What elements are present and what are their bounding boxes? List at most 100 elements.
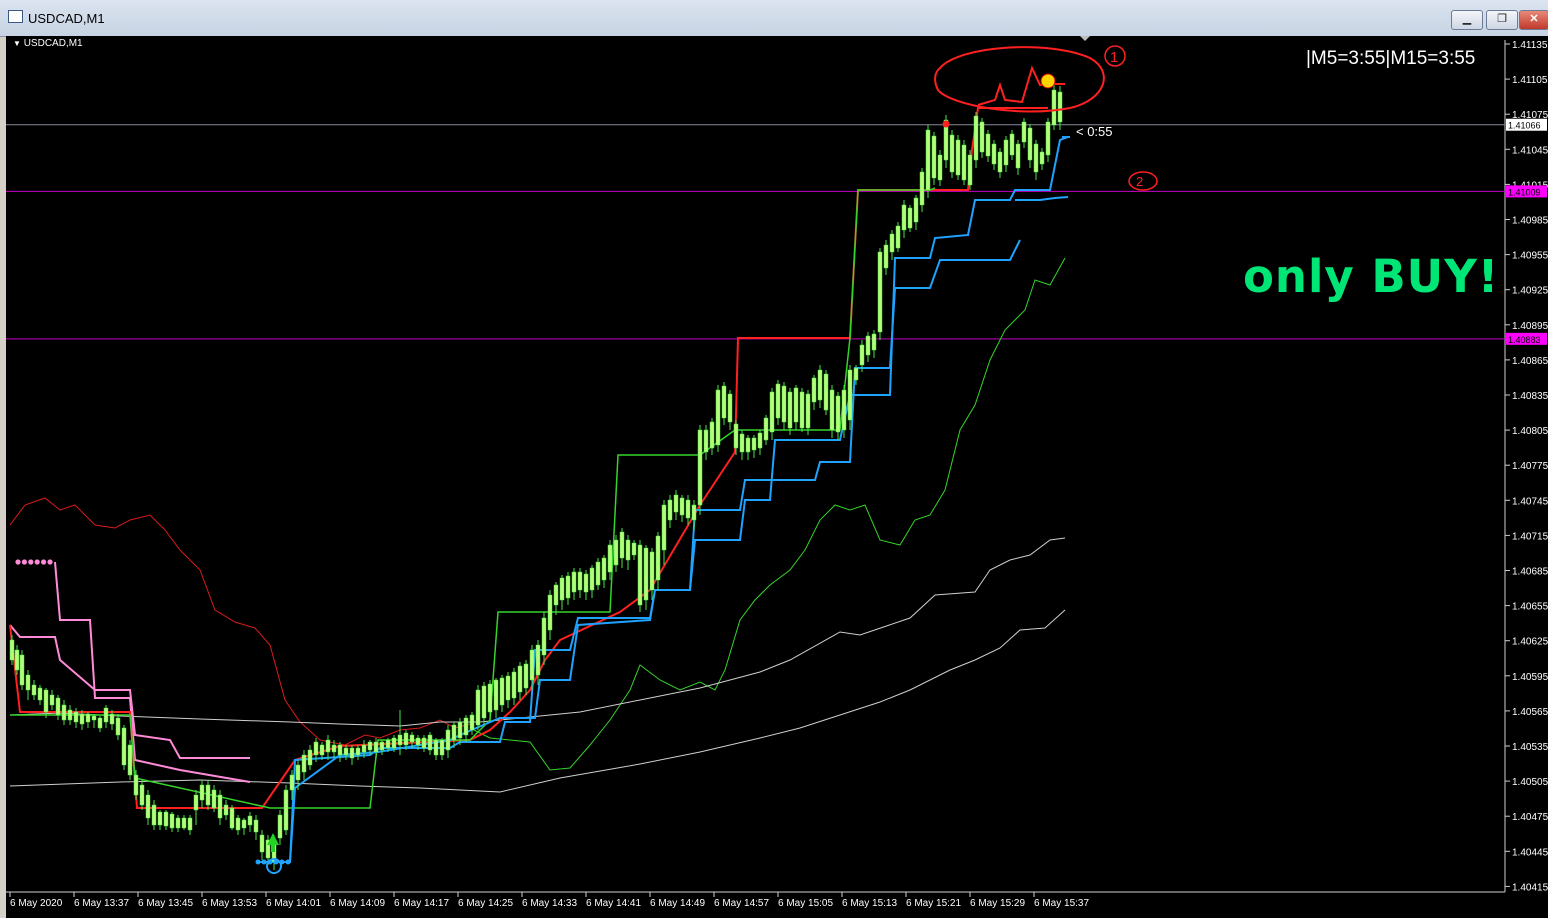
candle-body (679, 497, 685, 516)
candle-body (277, 814, 283, 839)
candle-body (751, 437, 757, 451)
candle-body (211, 789, 217, 809)
candle-body (349, 747, 355, 759)
candle-body (307, 749, 313, 766)
candle-body (355, 747, 361, 756)
blue-dot (255, 859, 261, 865)
price-tick-label: 1.40715 (1512, 531, 1548, 542)
price-tick-label: 1.40805 (1512, 426, 1548, 437)
price-tick-label: 1.41105 (1512, 75, 1548, 86)
candle-body (463, 717, 469, 736)
candle-body (721, 385, 727, 419)
candle-body (283, 789, 289, 831)
candle-body (709, 421, 715, 449)
price-tick-label: 1.40955 (1512, 251, 1548, 262)
level-price-label: 1.41009 (1508, 187, 1541, 197)
price-tick-label: 1.40595 (1512, 672, 1548, 683)
candle-body (691, 504, 697, 521)
candle-body (589, 567, 595, 591)
candle-body (241, 819, 247, 829)
candle-body (427, 734, 433, 751)
candle-body (1039, 151, 1045, 165)
candle-body (1003, 139, 1009, 166)
pink-dot (47, 559, 53, 565)
candle-body (1057, 91, 1063, 123)
blue-dot (267, 859, 273, 865)
candle-body (115, 717, 121, 736)
candle-body (193, 794, 199, 811)
candle-body (667, 499, 673, 521)
candle-body (313, 741, 319, 756)
mark-label-1: 1 (1110, 49, 1118, 66)
candle-body (649, 551, 655, 591)
candle-body (145, 794, 151, 819)
candle-body (325, 739, 331, 753)
candle-body (601, 557, 607, 581)
candle-body (961, 144, 967, 181)
candle-body (559, 577, 565, 601)
candle-body (121, 727, 127, 766)
candle-body (817, 369, 823, 401)
candle-body (553, 584, 559, 606)
time-tick-label: 6 May 14:41 (586, 898, 641, 909)
candle-body (571, 571, 577, 593)
price-chart[interactable]: 1.411351.411051.410751.410451.410151.409… (0, 0, 1548, 918)
candle-body (163, 811, 169, 827)
blue-tail-line (1015, 196, 1069, 201)
candle-body (997, 151, 1003, 173)
candle-body (835, 395, 841, 433)
candle-body (697, 429, 703, 506)
time-tick-label: 6 May 14:25 (458, 898, 513, 909)
candle-body (529, 649, 535, 681)
time-tick-label: 6 May 2020 (10, 898, 63, 909)
candle-body (133, 774, 139, 796)
candle-body (583, 573, 589, 593)
candle-body (295, 764, 301, 781)
price-tick-label: 1.40475 (1512, 812, 1548, 823)
candle-body (967, 154, 973, 186)
cloud-red-line (9, 497, 471, 746)
signal-dot-icon (942, 120, 950, 128)
candle-body (607, 544, 613, 573)
blue-dot (273, 859, 279, 865)
candle-body (415, 737, 421, 746)
symbol-label: ▼ USDCAD,M1 (13, 38, 83, 49)
candle-body (469, 714, 475, 731)
candle-body (727, 393, 733, 423)
candle-body (937, 154, 943, 181)
candle-body (811, 377, 817, 403)
time-tick-label: 6 May 13:45 (138, 898, 193, 909)
candle-body (49, 694, 55, 706)
candle-body (781, 385, 787, 423)
candle-body (1009, 133, 1015, 156)
candle-body (247, 815, 253, 826)
candle-body (931, 135, 937, 179)
candle-body (787, 391, 793, 429)
candle-body (889, 233, 895, 253)
candle-body (991, 143, 997, 165)
candle-body (919, 171, 925, 206)
price-tick-label: 1.40895 (1512, 321, 1548, 332)
candle-body (907, 207, 913, 229)
candle-body (433, 739, 439, 756)
price-tick-label: 1.40535 (1512, 742, 1548, 753)
candle-body (181, 817, 187, 829)
candle-body (925, 129, 931, 191)
candle-body (499, 677, 505, 706)
candle-body (1027, 127, 1033, 161)
candle-body (685, 499, 691, 519)
candle-body (187, 817, 193, 831)
candle-body (763, 417, 769, 441)
candle-body (151, 804, 157, 826)
candle-body (67, 709, 73, 721)
candle-body (14, 649, 20, 671)
candle-body (403, 732, 409, 746)
candle-body (55, 697, 61, 716)
candle-body (631, 542, 637, 556)
blue-upper-line (262, 136, 1069, 863)
chart-shift-icon (1080, 36, 1090, 41)
candle-body (343, 747, 349, 756)
price-tick-label: 1.40985 (1512, 216, 1548, 227)
price-tick-label: 1.40415 (1512, 882, 1548, 893)
sell-signal-icon (1040, 73, 1056, 89)
